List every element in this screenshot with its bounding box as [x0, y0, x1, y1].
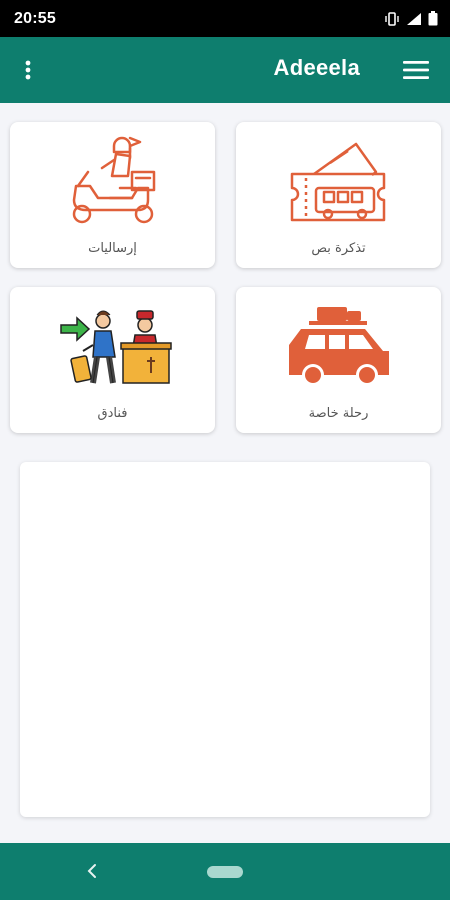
status-time: 20:55	[14, 9, 56, 27]
home-pill[interactable]	[207, 866, 243, 878]
service-card-private-trip[interactable]: رحلة خاصة	[236, 287, 441, 433]
service-card-hotels[interactable]: فنادق	[10, 287, 215, 433]
service-label-bus-ticket: تذكرة بص	[311, 241, 366, 256]
scooter-delivery-icon	[10, 130, 215, 240]
back-icon[interactable]	[80, 857, 104, 885]
service-card-parcels[interactable]: إرساليات	[10, 122, 215, 268]
signal-icon	[407, 12, 421, 25]
app-title: Adeeela	[273, 55, 360, 80]
status-bar: 20:55	[0, 0, 450, 37]
system-nav-bar	[0, 843, 450, 900]
status-icons	[384, 11, 438, 26]
service-card-bus-ticket[interactable]: تذكرة بص	[236, 122, 441, 268]
battery-icon	[428, 11, 438, 26]
bus-ticket-icon	[236, 130, 441, 240]
car-luggage-icon	[236, 295, 441, 405]
content-panel	[20, 462, 430, 817]
service-label-parcels: إرساليات	[88, 241, 137, 256]
app-bar: Adeeela	[0, 37, 450, 103]
service-label-hotels: فنادق	[97, 406, 128, 421]
hamburger-menu-icon[interactable]	[402, 57, 430, 83]
more-vert-icon[interactable]	[14, 56, 42, 84]
hotel-reception-icon	[10, 295, 215, 405]
service-label-private-trip: رحلة خاصة	[308, 406, 369, 421]
vibrate-icon	[385, 11, 399, 26]
